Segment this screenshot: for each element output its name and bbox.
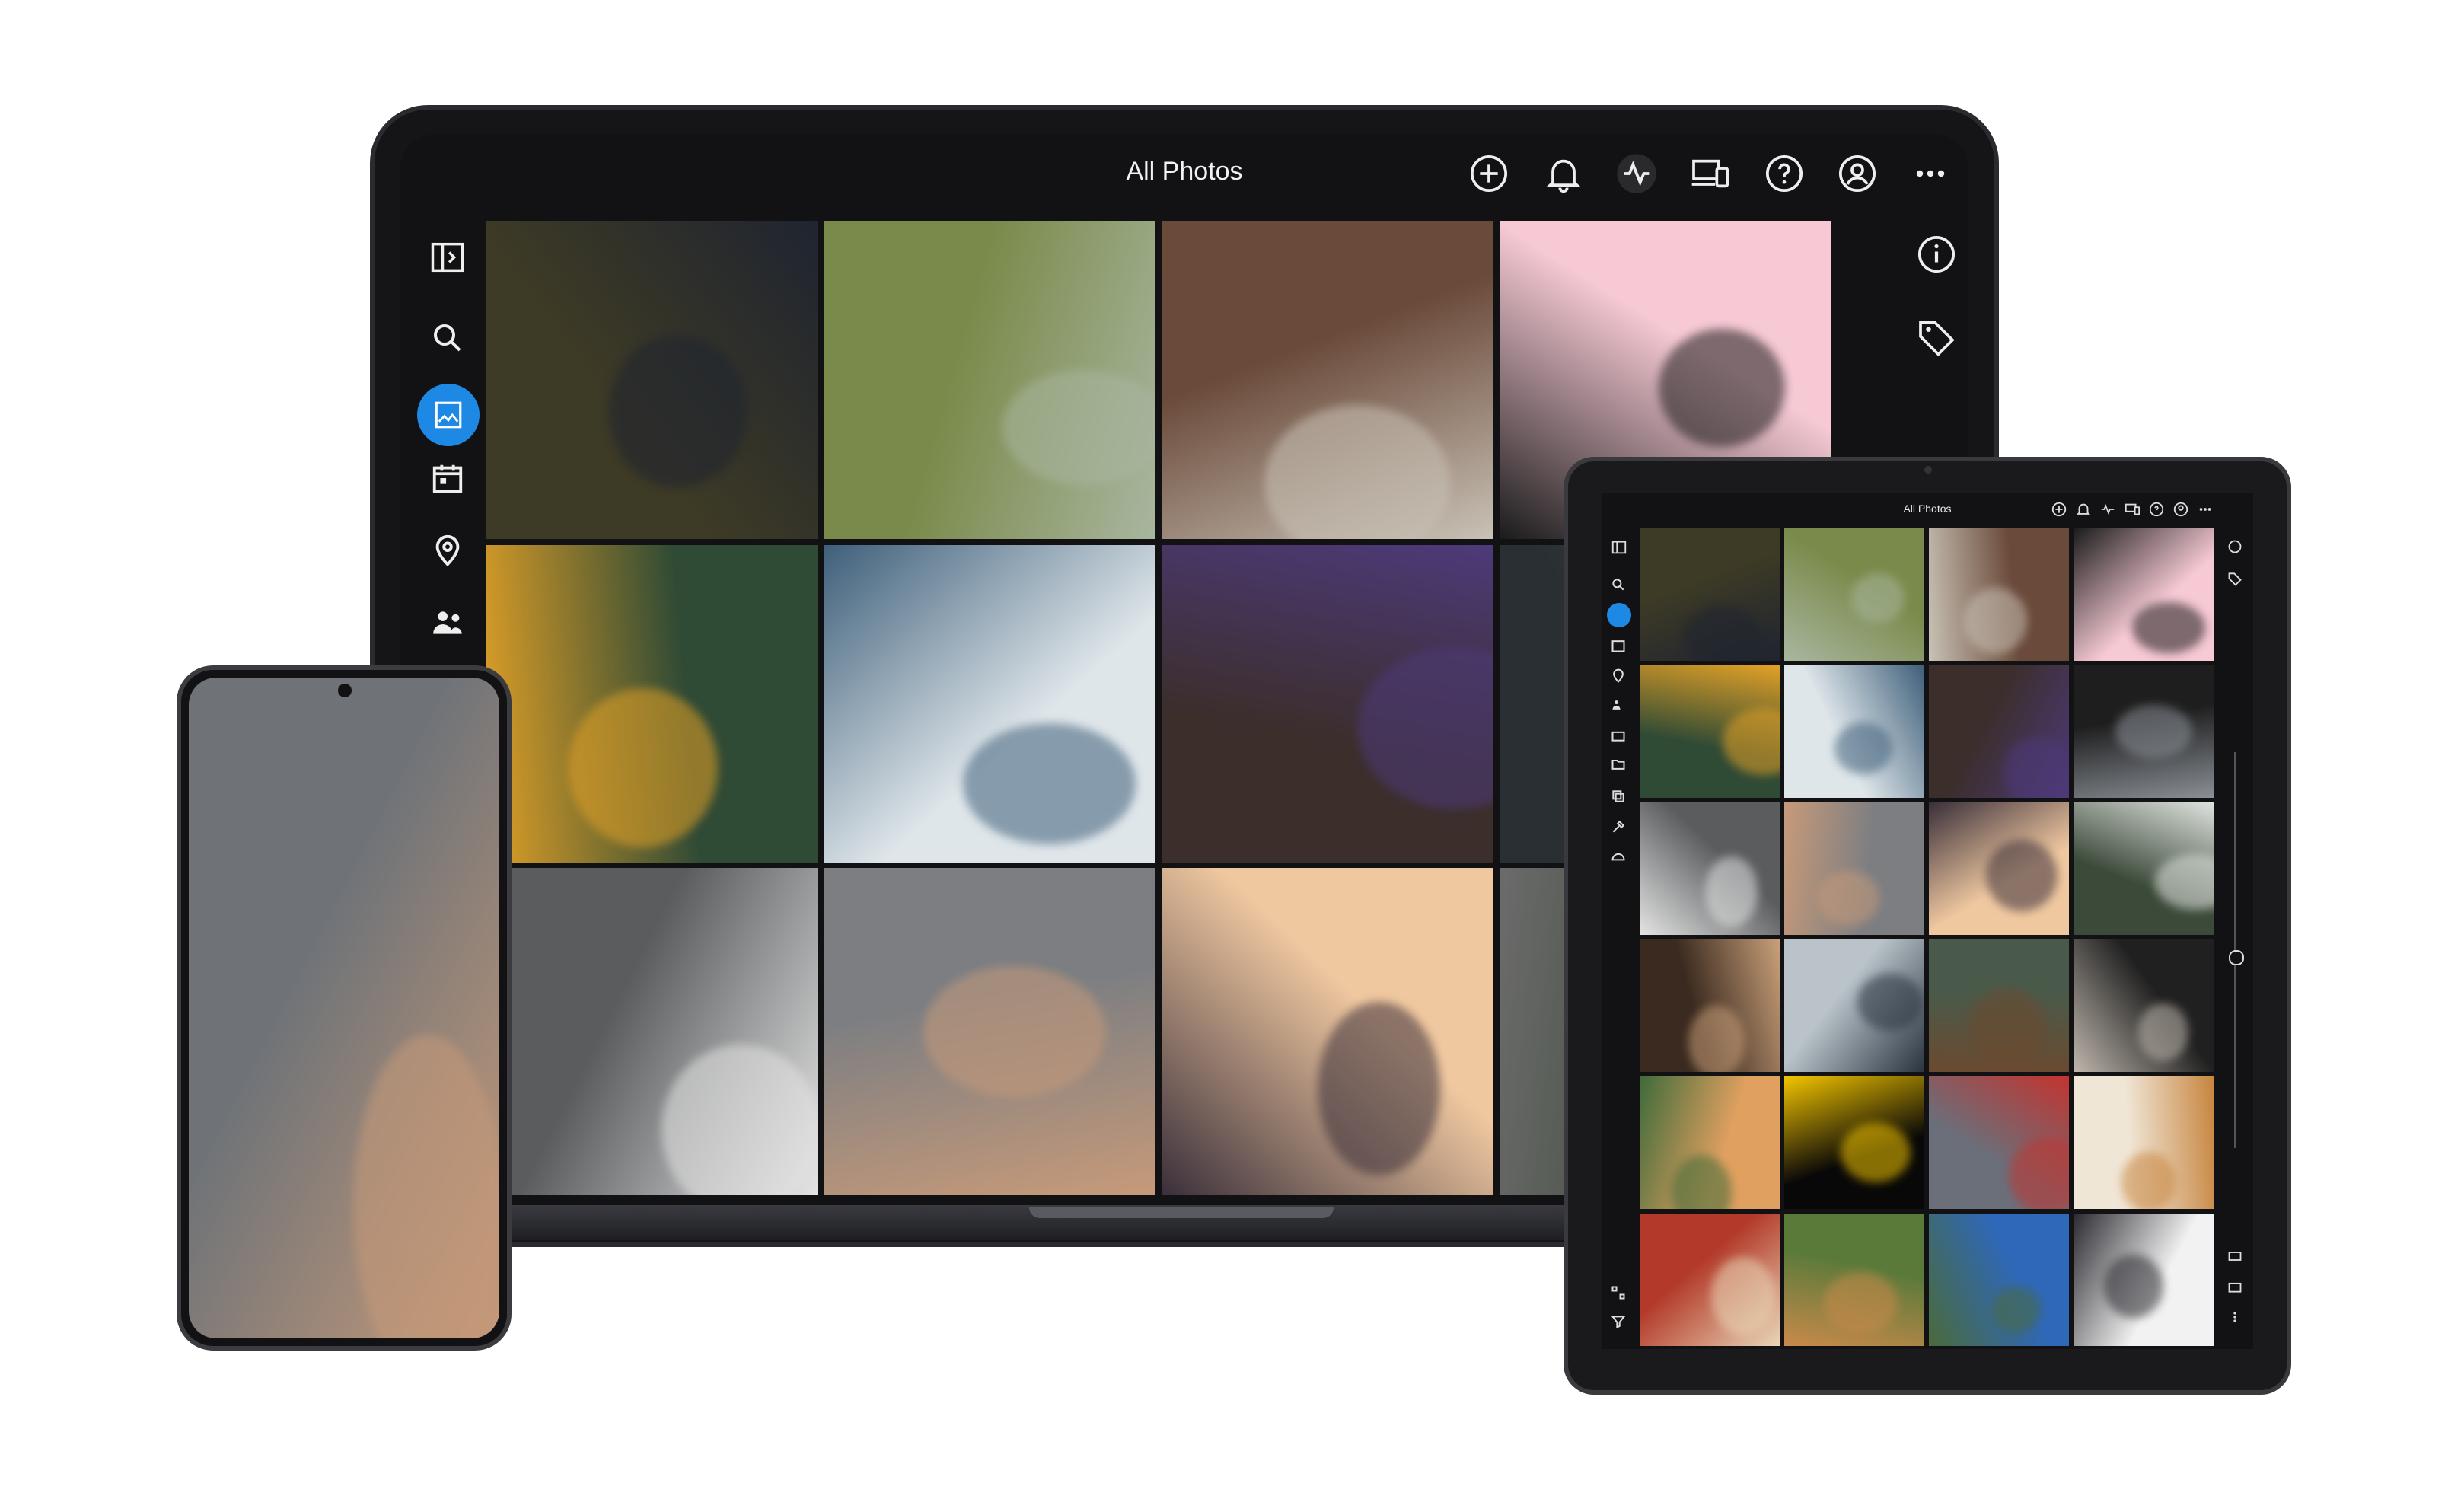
- photo-white-dog[interactable]: [1162, 221, 1493, 539]
- devices-icon[interactable]: [2124, 501, 2140, 518]
- filter-icon[interactable]: [1611, 1314, 1626, 1329]
- t-photo-14[interactable]: [1784, 939, 1924, 1072]
- t-photo-21[interactable]: [1640, 1214, 1780, 1346]
- sidebar-toggle-icon[interactable]: [1611, 539, 1627, 556]
- sidebar-toggle-icon[interactable]: [423, 233, 472, 282]
- devices-icon[interactable]: [1688, 152, 1731, 195]
- t-photo-6[interactable]: [1784, 665, 1924, 798]
- people-icon[interactable]: [1611, 697, 1626, 713]
- dashboard-icon[interactable]: [1611, 850, 1626, 865]
- t-photo-13[interactable]: [1640, 939, 1780, 1072]
- t-photo-19[interactable]: [1929, 1076, 2069, 1209]
- bell-icon[interactable]: [2075, 501, 2092, 518]
- badge-icon[interactable]: [2227, 1249, 2242, 1264]
- top-bar: All Photos: [400, 134, 1968, 218]
- search-icon[interactable]: [423, 314, 472, 362]
- tag-icon[interactable]: [1915, 315, 1958, 358]
- info-icon[interactable]: [1915, 233, 1958, 276]
- t-photo-15[interactable]: [1929, 939, 2069, 1072]
- location-icon[interactable]: [1611, 668, 1626, 684]
- t-photo-24[interactable]: [2074, 1214, 2214, 1346]
- more-icon[interactable]: [1909, 152, 1952, 195]
- t-photo-22[interactable]: [1784, 1214, 1924, 1346]
- tablet-photo-grid: [1640, 528, 2217, 1349]
- page-title: All Photos: [1126, 157, 1243, 186]
- t-photo-17[interactable]: [1640, 1076, 1780, 1209]
- t-photo-7[interactable]: [1929, 665, 2069, 798]
- add-icon[interactable]: [2051, 501, 2067, 518]
- phone-photo[interactable]: [189, 678, 499, 1338]
- t-photo-12[interactable]: [2074, 802, 2214, 935]
- photo-autumn-leaf[interactable]: [486, 545, 818, 863]
- photos-icon: [435, 401, 462, 429]
- activity-icon[interactable]: [2099, 501, 2116, 518]
- t-photo-2[interactable]: [1784, 528, 1924, 661]
- t-photo-9[interactable]: [1640, 802, 1780, 935]
- phone-camera: [338, 684, 352, 697]
- tablet-toolbar: [2051, 501, 2249, 518]
- t-photo-1[interactable]: [1640, 528, 1780, 661]
- t-photo-3[interactable]: [1929, 528, 2069, 661]
- t-photo-11[interactable]: [1929, 802, 2069, 935]
- phone-frame: [177, 665, 512, 1351]
- photo-woman-frame[interactable]: [824, 868, 1155, 1195]
- search-icon[interactable]: [1611, 577, 1626, 592]
- hierarchy-icon[interactable]: [1611, 1285, 1626, 1300]
- t-photo-5[interactable]: [1640, 665, 1780, 798]
- more-vertical-icon[interactable]: [2227, 1309, 2242, 1325]
- help-icon[interactable]: [1763, 152, 1806, 195]
- tablet-right-rail: [2218, 524, 2253, 1346]
- t-photo-18[interactable]: [1784, 1076, 1924, 1209]
- photo-bag-plant[interactable]: [486, 221, 818, 539]
- nav-photos-button[interactable]: [417, 384, 480, 446]
- laptop-hinge-notch: [1029, 1207, 1334, 1218]
- photo-purple-flowers[interactable]: [1162, 545, 1493, 863]
- info-icon[interactable]: [2227, 539, 2242, 554]
- tablet-screen: All Photos: [1602, 493, 2253, 1349]
- t-photo-4[interactable]: [2074, 528, 2214, 661]
- nav-photos-button[interactable]: [1607, 603, 1631, 627]
- tablet-sidebar: [1602, 524, 1637, 1346]
- location-icon[interactable]: [423, 527, 472, 576]
- briefcase-icon[interactable]: [2227, 1279, 2242, 1294]
- calendar-icon[interactable]: [423, 454, 472, 502]
- tablet-camera: [1924, 466, 1932, 474]
- photo-woman-field[interactable]: [824, 221, 1155, 539]
- more-icon[interactable]: [2197, 501, 2214, 518]
- tag-icon[interactable]: [2227, 571, 2242, 586]
- account-icon[interactable]: [2172, 501, 2189, 518]
- activity-icon[interactable]: [1615, 152, 1658, 195]
- photo-sneaker-splash[interactable]: [486, 868, 818, 1195]
- t-photo-8[interactable]: [2074, 665, 2214, 798]
- folder-icon[interactable]: [1611, 757, 1626, 772]
- photo-surfer-wave[interactable]: [824, 545, 1155, 863]
- bell-icon[interactable]: [1542, 152, 1585, 195]
- people-icon[interactable]: [423, 598, 472, 647]
- help-icon[interactable]: [2148, 501, 2165, 518]
- albums-icon[interactable]: [1611, 789, 1626, 804]
- t-photo-23[interactable]: [1929, 1214, 2069, 1346]
- add-icon[interactable]: [1468, 152, 1510, 195]
- briefcase-icon[interactable]: [1611, 728, 1626, 743]
- photo-concert-light[interactable]: [1162, 868, 1493, 1195]
- t-photo-16[interactable]: [2074, 939, 2214, 1072]
- account-icon[interactable]: [1836, 152, 1879, 195]
- tools-icon[interactable]: [1611, 819, 1626, 834]
- t-photo-10[interactable]: [1784, 802, 1924, 935]
- calendar-icon[interactable]: [1611, 638, 1626, 653]
- t-photo-20[interactable]: [2074, 1076, 2214, 1209]
- zoom-slider-handle[interactable]: [2229, 950, 2244, 965]
